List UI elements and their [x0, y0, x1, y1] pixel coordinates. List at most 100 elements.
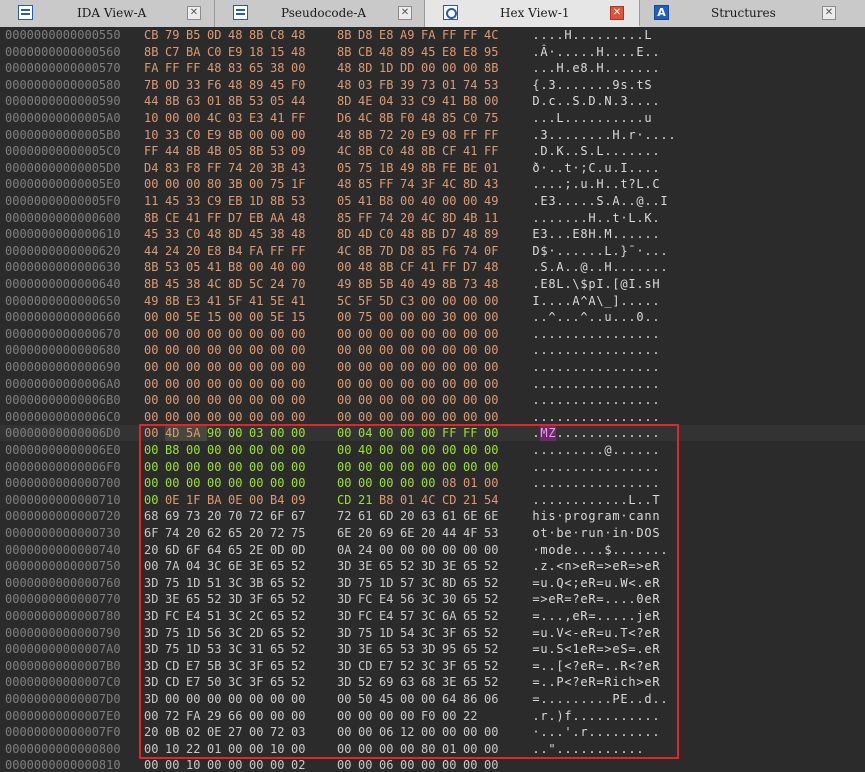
hex-byte[interactable]: 74	[463, 77, 484, 93]
hex-byte[interactable]: 00	[463, 741, 484, 757]
hex-byte[interactable]: 41	[421, 259, 442, 275]
hex-byte[interactable]: 3C	[207, 558, 228, 574]
hex-byte[interactable]: 8D	[228, 226, 249, 242]
hex-byte[interactable]: 48	[484, 259, 505, 275]
hex-bytes-right[interactable]: 00 00 06 00 00 00 00 00	[337, 757, 505, 772]
hex-byte[interactable]: 6E	[463, 508, 484, 524]
hex-byte[interactable]: 00	[421, 542, 442, 558]
tab-pseudocode[interactable]: Pseudocode-A ✕	[215, 0, 425, 27]
hex-byte[interactable]: 00	[144, 309, 165, 325]
hex-bytes-left[interactable]: 00 00 00 00 00 00 00 00	[144, 326, 312, 342]
hex-byte[interactable]: 00	[270, 475, 291, 491]
hex-byte[interactable]: 00	[337, 425, 358, 441]
hex-bytes-left[interactable]: 00 0E 1F BA 0E 00 B4 09	[144, 492, 312, 508]
hex-byte[interactable]: 4C	[442, 176, 463, 192]
hex-bytes-right[interactable]: 85 FF 74 20 4C 8D 4B 11	[337, 210, 505, 226]
hex-bytes-left[interactable]: 7B 0D 33 F6 48 89 45 F0	[144, 77, 312, 93]
hex-byte[interactable]: C8	[270, 27, 291, 43]
hex-byte[interactable]: 00	[228, 741, 249, 757]
hex-byte[interactable]: FF	[379, 176, 400, 192]
hex-byte[interactable]: D7	[463, 259, 484, 275]
hex-bytes-right[interactable]: 00 48 8B CF 41 FF D7 48	[337, 259, 505, 275]
hex-byte[interactable]: FA	[144, 60, 165, 76]
hex-byte[interactable]: 00	[463, 724, 484, 740]
hex-bytes-right[interactable]: 00 50 45 00 00 64 86 06	[337, 691, 505, 707]
hex-row[interactable]: 0000000000000800 00 10 22 01 00 00 10 00 00 00 00 00…	[0, 741, 865, 757]
hex-byte[interactable]: 95	[442, 641, 463, 657]
hex-byte[interactable]: 4C	[207, 110, 228, 126]
hex-bytes-right[interactable]: 72 61 6D 20 63 61 6E 6E	[337, 508, 505, 524]
row-ascii[interactable]: .."...........	[532, 741, 644, 757]
tab-hex-view[interactable]: Hex View-1 ✕	[425, 0, 640, 27]
hex-byte[interactable]: 5B	[207, 658, 228, 674]
hex-byte[interactable]: 4C	[337, 143, 358, 159]
hex-byte[interactable]: 00	[186, 392, 207, 408]
hex-row[interactable]: 0000000000000600 8B CE 41 FF D7 EB AA 48 85 FF 74 20…	[0, 210, 865, 226]
hex-byte[interactable]: 3F	[442, 658, 463, 674]
row-ascii[interactable]: ................	[532, 326, 660, 342]
hex-byte[interactable]: E3	[249, 110, 270, 126]
hex-byte[interactable]: C0	[186, 127, 207, 143]
hex-bytes-right[interactable]: 00 00 00 00 00 00 00 00	[337, 409, 505, 425]
hex-row[interactable]: 00000000000006F0 00 00 00 00 00 00 00 00 00 00 00 00…	[0, 459, 865, 475]
hex-byte[interactable]: 69	[379, 674, 400, 690]
hex-byte[interactable]: 80	[207, 176, 228, 192]
hex-byte[interactable]: C0	[186, 226, 207, 242]
hex-byte[interactable]: 00	[463, 459, 484, 475]
hex-byte[interactable]: 20	[186, 243, 207, 259]
hex-byte[interactable]: 48	[291, 210, 312, 226]
hex-byte[interactable]: 8D	[442, 210, 463, 226]
hex-bytes-right[interactable]: 8B CB 48 89 45 E8 E8 95	[337, 44, 505, 60]
hex-byte[interactable]: C9	[207, 193, 228, 209]
hex-byte[interactable]: 3E	[358, 641, 379, 657]
row-ascii[interactable]: .r.)f...........	[532, 708, 660, 724]
hex-byte[interactable]: 00	[337, 259, 358, 275]
hex-byte[interactable]: 00	[337, 326, 358, 342]
hex-byte[interactable]: 65	[249, 60, 270, 76]
hex-byte[interactable]: E4	[379, 608, 400, 624]
hex-byte[interactable]: 8B	[228, 127, 249, 143]
hex-byte[interactable]: 21	[463, 492, 484, 508]
hex-byte[interactable]: 00	[144, 376, 165, 392]
row-ascii[interactable]: .S.A..@..H.......	[532, 259, 668, 275]
hex-byte[interactable]: E7	[186, 658, 207, 674]
hex-byte[interactable]: 4C	[337, 243, 358, 259]
hex-byte[interactable]: 67	[291, 508, 312, 524]
hex-byte[interactable]: 00	[421, 293, 442, 309]
hex-bytes-right[interactable]: CD 21 B8 01 4C CD 21 54	[337, 492, 505, 508]
hex-byte[interactable]: 3D	[144, 641, 165, 657]
hex-byte[interactable]: E7	[379, 658, 400, 674]
hex-byte[interactable]: FA	[186, 708, 207, 724]
hex-byte[interactable]: 4B	[207, 143, 228, 159]
hex-byte[interactable]: 00	[165, 376, 186, 392]
hex-bytes-right[interactable]: 00 00 00 00 00 00 00 00	[337, 342, 505, 358]
hex-byte[interactable]: A9	[400, 27, 421, 43]
hex-row[interactable]: 0000000000000740 20 6D 6F 64 65 2E 0D 0D 0A 24 00 00…	[0, 542, 865, 558]
hex-byte[interactable]: 00	[270, 757, 291, 772]
hex-byte[interactable]: 00	[463, 309, 484, 325]
hex-byte[interactable]: 00	[165, 359, 186, 375]
hex-byte[interactable]: 2E	[249, 542, 270, 558]
hex-byte[interactable]: 1D	[379, 575, 400, 591]
hex-byte[interactable]: 3C	[228, 608, 249, 624]
hex-byte[interactable]: 00	[270, 708, 291, 724]
hex-byte[interactable]: 05	[337, 193, 358, 209]
hex-byte[interactable]: FF	[270, 243, 291, 259]
hex-byte[interactable]: 6E	[400, 525, 421, 541]
hex-row[interactable]: 0000000000000770 3D 3E 65 52 3D 3F 65 52 3D FC E4 56…	[0, 591, 865, 607]
hex-byte[interactable]: 48	[421, 110, 442, 126]
hex-byte[interactable]: 70	[228, 508, 249, 524]
hex-byte[interactable]: 00	[358, 459, 379, 475]
hex-byte[interactable]: 3D	[144, 625, 165, 641]
hex-byte[interactable]: 00	[228, 475, 249, 491]
hex-byte[interactable]: 00	[270, 392, 291, 408]
hex-byte[interactable]: F6	[207, 77, 228, 93]
hex-byte[interactable]: 38	[186, 276, 207, 292]
hex-byte[interactable]: 45	[249, 226, 270, 242]
hex-byte[interactable]: 00	[358, 342, 379, 358]
hex-bytes-right[interactable]: 3D 52 69 63 68 3E 65 52	[337, 674, 505, 690]
row-ascii[interactable]: =...,eR=.....jeR	[532, 608, 660, 624]
hex-byte[interactable]: 52	[291, 625, 312, 641]
hex-byte[interactable]: 00	[165, 110, 186, 126]
hex-byte[interactable]: 89	[484, 226, 505, 242]
